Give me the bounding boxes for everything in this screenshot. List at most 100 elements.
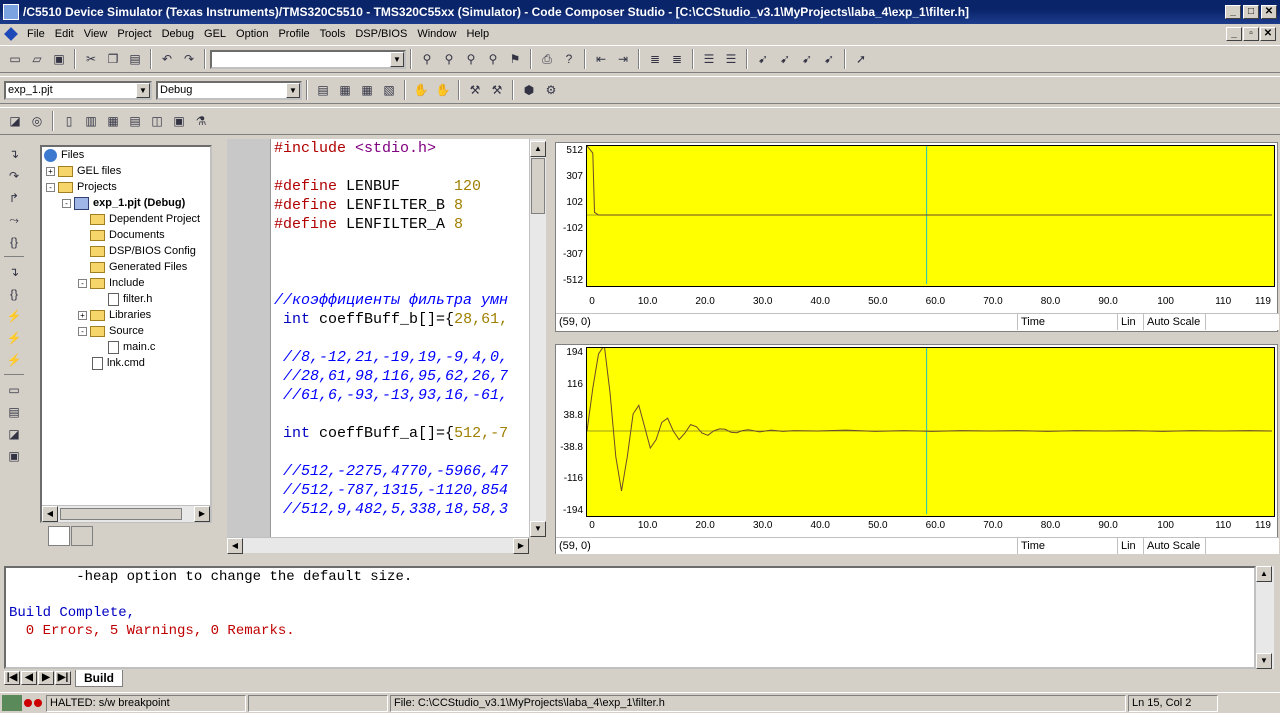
rebuild-all-icon[interactable]: ▦ [357,80,377,100]
menu-gel[interactable]: GEL [199,28,231,40]
code-line[interactable]: int coeffBuff_b[]={28,61, [271,310,529,329]
code-line[interactable]: //8,-12,21,-19,19,-9,4,0, [271,348,529,367]
indent-icon[interactable]: ☰ [721,49,741,69]
code-line[interactable] [271,253,529,272]
tree-item[interactable]: + GEL files [42,163,210,179]
tree-item[interactable]: filter.h [42,291,210,307]
undo-icon[interactable]: ↶ [157,49,177,69]
asm-step-over-icon[interactable]: {} [4,284,24,304]
outdent-icon[interactable]: ☰ [699,49,719,69]
tree-item[interactable]: main.c [42,339,210,355]
minimize-button[interactable]: _ [1225,5,1241,19]
collapse-icon[interactable]: - [62,198,71,208]
tree-item[interactable]: + Libraries [42,307,210,323]
graph-icon[interactable]: ◪ [5,111,25,131]
source-mode-icon[interactable]: ≣ [667,49,687,69]
config-combo[interactable]: Debug ▼ [156,80,302,100]
code-line[interactable] [271,329,529,348]
graph-window-2[interactable]: 194 116 38.8 -38.8 -116 -194 0 10.0 20.0 30.0 40.… [555,344,1279,554]
scroll-left-icon[interactable]: ◀ [42,506,58,522]
find-next-icon[interactable]: ⚲ [439,49,459,69]
step-over-icon[interactable]: ↷ [4,166,24,186]
redo-icon[interactable]: ↷ [179,49,199,69]
run-icon[interactable]: ⚡ [4,306,24,326]
scroll-up-icon[interactable]: ▲ [530,141,546,157]
chevron-down-icon[interactable]: ▼ [390,51,404,67]
watch-icon[interactable]: ◎ [27,111,47,131]
find-in-files-icon[interactable]: ⚲ [483,49,503,69]
ccs-menu-icon[interactable] [4,26,18,41]
scroll-down-icon[interactable]: ▼ [530,521,546,537]
scroll-down-icon[interactable]: ▼ [1256,653,1272,669]
tree-item[interactable]: Generated Files [42,259,210,275]
find-prev-icon[interactable]: ⚲ [461,49,481,69]
scroll-right-icon[interactable]: ▶ [194,506,210,522]
tab-last-icon[interactable]: ▶| [55,671,71,685]
incremental-build-icon[interactable]: ▦ [335,80,355,100]
code-line[interactable]: #define LENFILTER_A 8 [271,215,529,234]
tree-item[interactable]: Documents [42,227,210,243]
code-line[interactable] [271,443,529,462]
run-to-icon[interactable]: ➚ [851,49,871,69]
bookmark-icon[interactable]: ⚑ [505,49,525,69]
code-line[interactable]: //коэффициенты фильтра умн [271,291,529,310]
step-into-icon[interactable]: ↴ [4,144,24,164]
build-output[interactable]: -heap option to change the default size.… [4,566,1256,669]
remove-probe-icon[interactable]: ⚒ [487,80,507,100]
graph-window-1[interactable]: 512 307 102 -102 -307 -512 0 10.0 20.0 30.0 40.0 5… [555,142,1279,332]
tree-item[interactable]: DSP/BIOS Config [42,243,210,259]
project-combo[interactable]: exp_1.pjt ▼ [4,80,152,100]
save-icon[interactable]: ▣ [49,49,69,69]
find-icon[interactable]: ⚲ [417,49,437,69]
tab-first-icon[interactable]: |◀ [4,671,20,685]
graph-1-plot-area[interactable] [586,145,1275,287]
menu-tools[interactable]: Tools [315,28,351,40]
tree-item[interactable]: - Include [42,275,210,291]
expand-icon[interactable]: + [78,310,87,320]
tree-item[interactable]: lnk.cmd [42,355,210,371]
copy-icon[interactable]: ❐ [103,49,123,69]
new-file-icon[interactable]: ▭ [5,49,25,69]
image-icon[interactable]: ▣ [169,111,189,131]
set-pc-icon[interactable]: {} [4,232,24,252]
view-disasm-icon[interactable]: ▣ [4,446,24,466]
code-line[interactable]: //512,-2275,4770,-5966,47 [271,462,529,481]
halt-icon[interactable]: ⚡ [4,328,24,348]
clear-probes-icon[interactable]: ➹ [797,49,817,69]
scroll-thumb[interactable] [60,508,182,520]
code-line[interactable]: #define LENFILTER_B 8 [271,196,529,215]
graph-2-plot-area[interactable] [586,344,1275,517]
code-line[interactable] [271,234,529,253]
indent-left-icon[interactable]: ⇤ [591,49,611,69]
menu-view[interactable]: View [79,28,113,40]
collapse-icon[interactable]: - [78,278,87,288]
menu-file[interactable]: File [22,28,50,40]
menu-profile[interactable]: Profile [273,28,314,40]
graph-window-icon[interactable]: ◫ [147,111,167,131]
animate-icon[interactable]: ⚡ [4,350,24,370]
mdi-minimize-button[interactable]: _ [1226,26,1242,41]
menu-project[interactable]: Project [112,28,156,40]
menu-dspbios[interactable]: DSP/BIOS [350,28,412,40]
collapse-icon[interactable]: - [46,182,55,192]
code-line[interactable] [271,272,529,291]
menu-debug[interactable]: Debug [157,28,199,40]
code-line[interactable]: #include <stdio.h> [271,139,529,158]
chevron-down-icon[interactable]: ▼ [136,82,150,98]
tab-next-icon[interactable]: ▶ [38,671,54,685]
tab-file-view[interactable] [48,526,70,546]
halt-icon[interactable]: ⬢ [519,80,539,100]
scroll-thumb[interactable] [531,158,545,214]
indent-right-icon[interactable]: ⇥ [613,49,633,69]
output-vertical-scrollbar[interactable]: ▲ ▼ [1256,566,1274,669]
stop-build-icon[interactable]: ▧ [379,80,399,100]
tree-item[interactable]: - Projects [42,179,210,195]
view-memory-icon[interactable]: ▭ [4,380,24,400]
view-graph-icon[interactable]: ◪ [4,424,24,444]
code-line[interactable] [271,405,529,424]
find-combo[interactable]: ▼ [210,49,406,69]
tree-item[interactable]: - exp_1.pjt (Debug) [42,195,210,211]
cut-icon[interactable]: ✂ [81,49,101,69]
memory-icon[interactable]: ▥ [81,111,101,131]
tree-item[interactable]: - Source [42,323,210,339]
